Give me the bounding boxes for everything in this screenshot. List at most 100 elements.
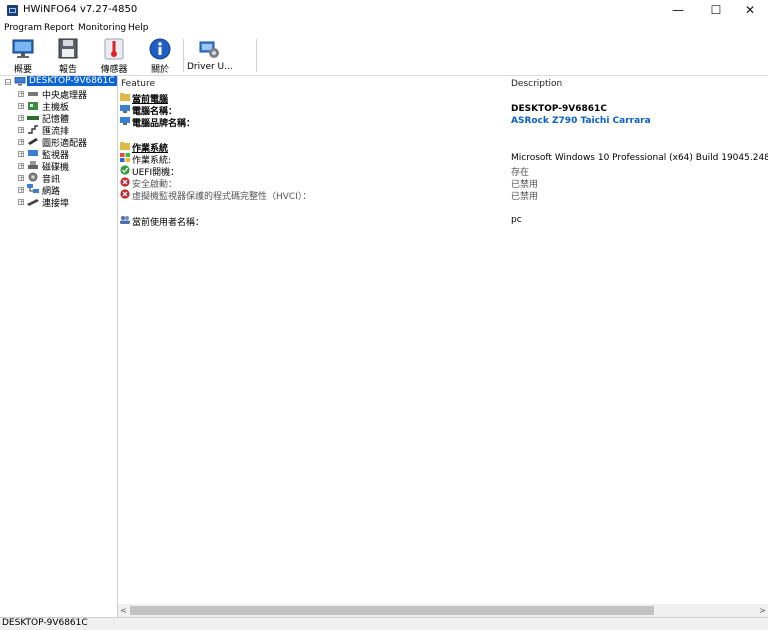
tree-item-label: 連接埠 [42,199,70,209]
folder-icon [120,92,130,101]
monitor-icon [27,149,39,157]
about-label: 關於 [150,65,169,75]
section-current-computer: 當前電腦 [118,91,768,105]
hwinfo-app-icon [7,5,18,16]
graphics-card-icon [27,137,39,145]
expand-icon[interactable]: + [18,91,24,98]
description-value: DESKTOP-9V6861C [511,104,607,114]
driver-update-label: Driver U... [187,62,233,72]
tree-item-graphics[interactable]: + 圖形適配器 [0,136,117,149]
status-bar: DESKTOP-9V6861C [0,617,768,630]
expand-icon[interactable]: + [18,175,24,182]
check-icon [120,165,130,175]
device-tree: − DESKTOP-9V6861C + 中央處理器 + 主機板 + 記憶體 + … [0,76,118,617]
table-row[interactable]: 電腦名稱： DESKTOP-9V6861C [118,103,768,117]
driver-update-button[interactable]: Driver U... [187,37,233,73]
tree-item-motherboard[interactable]: + 主機板 [0,100,117,113]
scroll-right-arrow[interactable]: > [757,604,768,617]
tree-item-drives[interactable]: + 磁碟機 [0,160,117,173]
info-icon [148,38,172,60]
description-value: pc [511,215,522,225]
network-icon [27,184,39,193]
feature-label: 電腦品牌名稱： [132,119,196,129]
summary-label: 概要 [13,65,32,75]
drive-icon [27,161,39,169]
toolbar: 概要 報告 傳感器 關於 Driver U... [0,36,768,76]
feature-label: 虛擬機監視器保護的程式碼完整性（HVCI）： [132,192,312,202]
menu-help[interactable]: Help [128,23,149,33]
summary-button[interactable]: 概要 [5,37,41,75]
windows-logo-icon [120,153,130,162]
toolbar-separator [256,39,257,72]
tree-root-label: DESKTOP-9V6861C [27,76,117,86]
tree-item-bus[interactable]: + 匯流排 [0,124,117,137]
scroll-thumb[interactable] [130,606,654,615]
description-column-header[interactable]: Description [511,79,562,89]
title-bar: HWiNFO64 v7.27-4850 — ☐ ✕ [0,0,768,21]
close-button[interactable]: ✕ [732,0,768,21]
tree-item-cpu[interactable]: + 中央處理器 [0,88,117,101]
monitor-icon [11,38,35,60]
port-icon [27,198,39,206]
tree-item-audio[interactable]: + 音訊 [0,172,117,185]
memory-icon [27,114,39,122]
error-icon [120,189,130,199]
minimize-button[interactable]: — [660,0,696,21]
feature-label: 當前使用者名稱： [132,218,205,228]
sensors-button[interactable]: 傳感器 [96,37,132,75]
expand-icon[interactable]: + [18,187,24,194]
expand-icon[interactable]: + [18,151,24,158]
details-pane: Feature Description 當前電腦 電腦名稱： DESKTOP-9… [118,76,768,617]
status-text: DESKTOP-9V6861C [2,618,88,628]
description-value: 已禁用 [511,192,539,202]
computer-icon [120,116,130,125]
menu-bar: Program Report Monitoring Help [0,21,768,36]
about-button[interactable]: 關於 [142,37,178,75]
table-row[interactable]: 當前使用者名稱： pc [118,214,768,228]
window-title: HWiNFO64 v7.27-4850 [23,4,138,15]
table-row[interactable]: UEFI開機： 存在 [118,164,768,178]
tree-item-ports[interactable]: + 連接埠 [0,196,117,209]
report-button[interactable]: 報告 [50,37,86,75]
cpu-icon [27,90,39,98]
menu-monitoring[interactable]: Monitoring [78,23,126,33]
feature-column-header[interactable]: Feature [121,79,155,89]
motherboard-icon [27,102,39,110]
expand-icon[interactable]: + [18,103,24,110]
vendor-link[interactable]: ASRock Z790 Taichi Carrara [511,116,651,126]
maximize-button[interactable]: ☐ [698,0,734,21]
thermometer-icon [102,38,126,60]
horizontal-scrollbar[interactable]: < > [118,604,768,617]
tree-item-network[interactable]: + 網路 [0,184,117,197]
expand-icon[interactable]: + [18,199,24,206]
report-label: 報告 [58,65,77,75]
computer-icon [14,76,26,86]
table-row[interactable]: 作業系統: Microsoft Windows 10 Professional … [118,152,768,166]
tree-item-memory[interactable]: + 記憶體 [0,112,117,125]
section-operating-system: 作業系統 [118,140,768,154]
expand-icon[interactable]: + [18,127,24,134]
collapse-icon[interactable]: − [5,79,11,86]
description-value: Microsoft Windows 10 Professional (x64) … [511,153,768,163]
tree-root[interactable]: − DESKTOP-9V6861C [0,76,117,88]
folder-icon [120,141,130,150]
menu-report[interactable]: Report [44,23,74,33]
bus-icon [27,125,39,134]
expand-icon[interactable]: + [18,139,24,146]
driver-update-icon [197,38,221,60]
expand-icon[interactable]: + [18,163,24,170]
scroll-left-arrow[interactable]: < [118,604,129,617]
sensors-label: 傳感器 [100,65,128,75]
computer-icon [120,104,130,113]
floppy-disk-icon [56,38,80,60]
audio-icon [27,172,39,182]
expand-icon[interactable]: + [18,115,24,122]
table-row[interactable]: 電腦品牌名稱： ASRock Z790 Taichi Carrara [118,115,768,129]
tree-item-monitor[interactable]: + 監視器 [0,148,117,161]
toolbar-separator [183,39,184,72]
users-icon [120,215,130,224]
error-icon [120,177,130,187]
table-row[interactable]: 虛擬機監視器保護的程式碼完整性（HVCI）： 已禁用 [118,188,768,202]
menu-program[interactable]: Program [4,23,42,33]
table-row[interactable]: 安全啟動： 已禁用 [118,176,768,190]
